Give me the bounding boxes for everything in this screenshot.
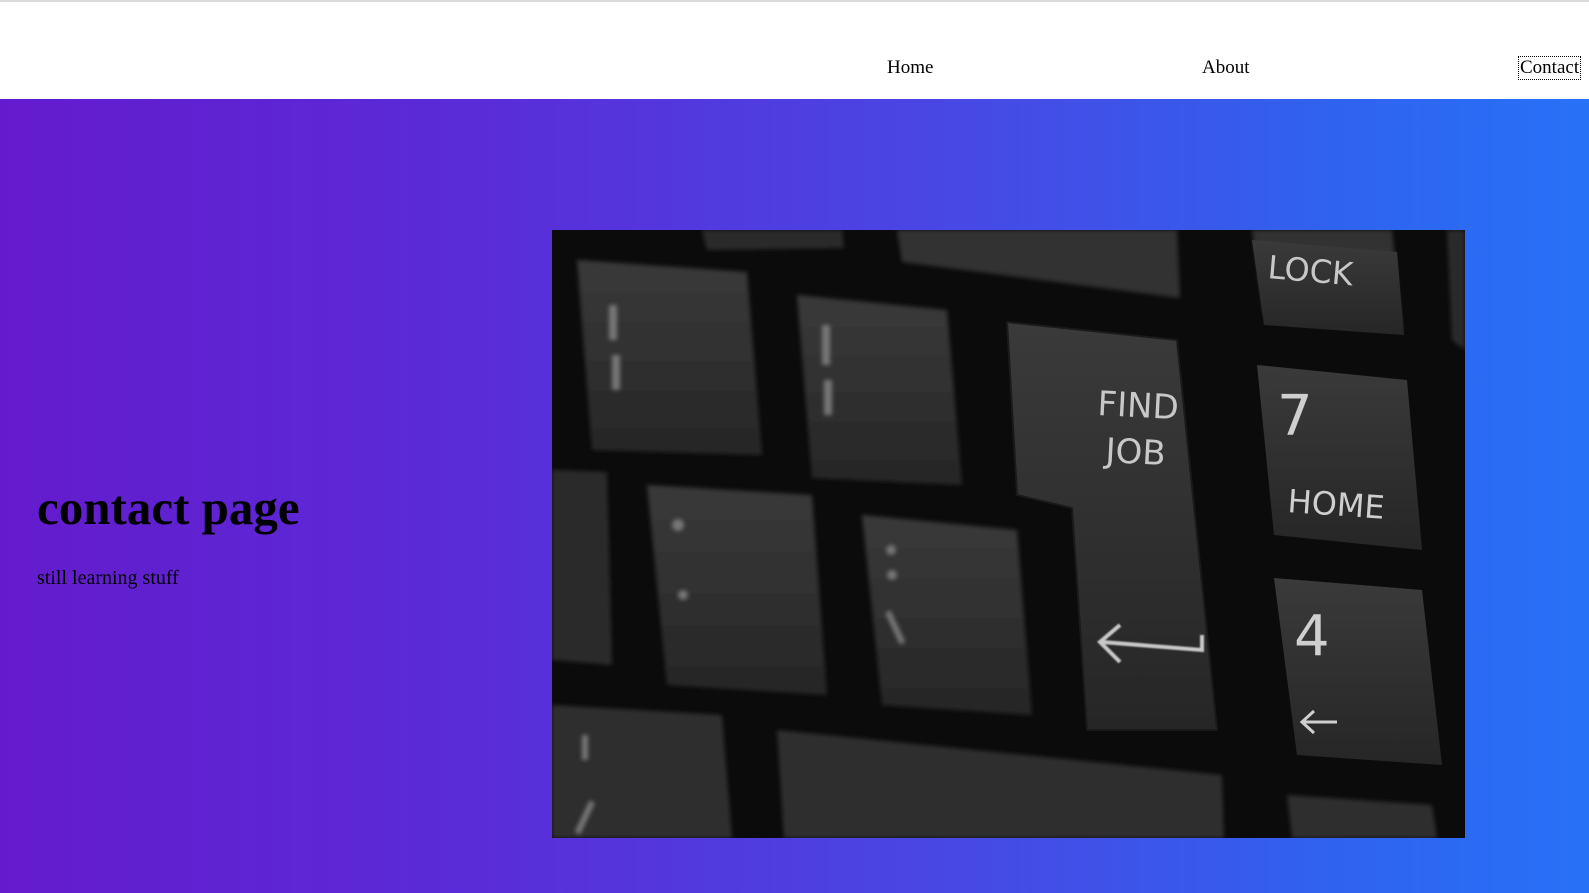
key-label-4: 4 [1294,604,1330,669]
nav-link-about[interactable]: About [1201,57,1251,79]
navbar: Home About Contact [0,2,1589,99]
key-label-home: HOME [1286,482,1385,527]
numpad-key-lock: LOCK [1252,240,1404,335]
nav-link-contact[interactable]: Contact [1517,56,1582,80]
key-label-lock: LOCK [1266,248,1355,293]
key-label-7: 7 [1277,384,1313,449]
key-label-find: FIND [1097,384,1180,428]
page-subtitle: still learning stuff [37,567,179,589]
keyboard-photo: FIND JOB LOCK 7 HOME 4 [552,230,1465,838]
page-title: contact page [37,480,300,535]
hero-section: contact page still learning stuff FIND J… [0,99,1589,893]
nav-link-home[interactable]: Home [886,57,934,79]
numpad-key-4: 4 [1274,578,1442,765]
key-label-job: JOB [1103,431,1167,474]
numpad-key-7: 7 HOME [1257,365,1422,550]
